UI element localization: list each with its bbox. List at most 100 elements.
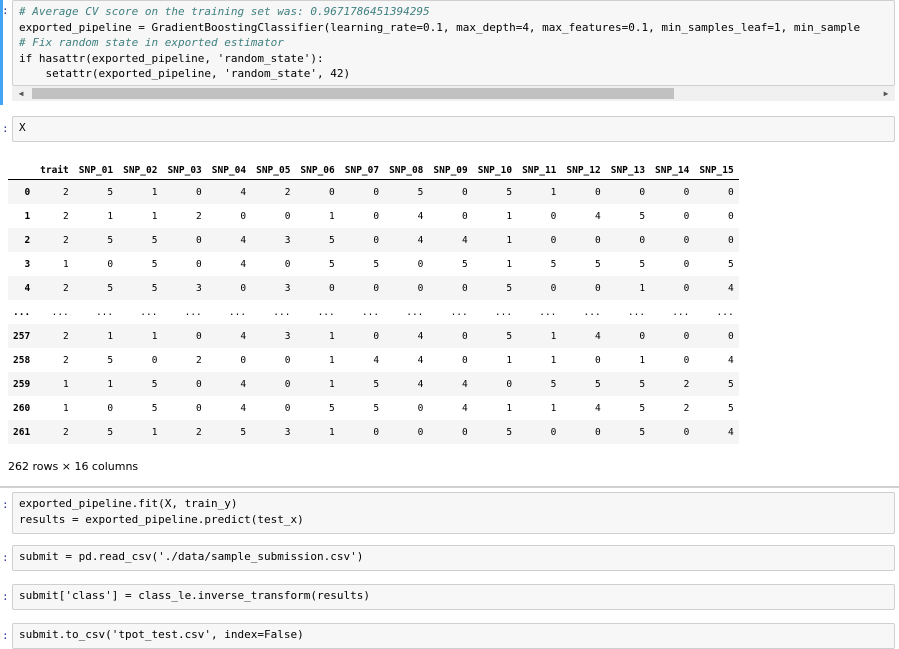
code-line: setattr(exported_pipeline, 'random_state… [19, 67, 351, 80]
table-cell: 1 [639, 354, 646, 366]
code-editor[interactable]: exported_pipeline.fit(X, train_y) result… [13, 493, 894, 530]
table-body: 0251042005051000012112001040104500225504… [8, 179, 739, 444]
code-cell-export-pipeline[interactable]: # Average CV score on the training set w… [12, 0, 895, 86]
scroll-right-icon[interactable]: ▶ [879, 86, 893, 101]
code-editor[interactable]: submit['class'] = class_le.inverse_trans… [13, 585, 894, 607]
row-index: 258 [13, 354, 31, 366]
code-line: # Fix random state in exported estimator [19, 36, 284, 49]
table-cell: 0 [196, 234, 202, 246]
table-cell: 0 [683, 354, 690, 366]
scrollbar-thumb[interactable] [32, 88, 674, 99]
table-cell: 1 [63, 258, 69, 270]
table-cell: 0 [373, 426, 380, 438]
table-cell: 1 [550, 186, 557, 198]
scroll-left-icon[interactable]: ◀ [14, 86, 28, 101]
column-header: SNP_06 [295, 162, 340, 180]
code-line: exported_pipeline.fit(X, train_y) [19, 497, 238, 510]
table-row: 259 1 1 5 0 4 0 1 5 4 4 0 5 5 5 2 5 [8, 372, 739, 396]
table-cell: 0 [683, 426, 690, 438]
table-cell: 1 [506, 234, 513, 246]
table-cell: 0 [196, 258, 202, 270]
code-editor[interactable]: # Average CV score on the training set w… [13, 1, 894, 85]
table-cell: 0 [284, 378, 291, 390]
code-cell-fit[interactable]: exported_pipeline.fit(X, train_y) result… [12, 492, 895, 534]
table-cell: 0 [373, 330, 380, 342]
code-cell-x[interactable]: X [12, 116, 895, 142]
code-cell-read-csv[interactable]: submit = pd.read_csv('./data/sample_subm… [12, 545, 895, 571]
row-index: 0 [24, 186, 31, 198]
table-cell: 5 [506, 282, 513, 294]
row-index: 4 [24, 282, 31, 294]
dataframe-output: trait SNP_01 SNP_02 SNP_03 SNP_04 SNP_05 SNP_0… [8, 162, 739, 444]
table-cell: 5 [329, 234, 335, 246]
table-cell: 4 [240, 330, 247, 342]
column-header: SNP_05 [251, 162, 296, 180]
table-cell: 1 [506, 402, 513, 414]
table-cell: 1 [107, 210, 114, 222]
table-row: 1 2 1 1 2 0 0 1 0 4 0 1 0 4 5 0 0 [8, 204, 739, 228]
table-cell: 1 [107, 378, 114, 390]
table-cell: ... [317, 306, 335, 318]
table-cell: 0 [329, 282, 335, 294]
table-cell: 4 [240, 186, 247, 198]
table-cell: 0 [196, 378, 202, 390]
table-cell: 5 [594, 258, 601, 270]
table-cell: 5 [151, 282, 158, 294]
table-cell: 0 [284, 402, 291, 414]
code-line: results = exported_pipeline.predict(test… [19, 512, 304, 526]
column-header: SNP_04 [206, 162, 252, 180]
table-cell: 0 [594, 234, 601, 246]
table-header-row: trait SNP_01 SNP_02 SNP_03 SNP_04 SNP_05 SNP_0… [8, 162, 739, 180]
table-cell: 0 [240, 210, 247, 222]
table-cell: 2 [683, 378, 690, 390]
cell-prompt: : [2, 551, 9, 564]
table-cell: 4 [417, 210, 424, 222]
table-cell: 5 [639, 402, 646, 414]
row-index: 260 [13, 402, 31, 414]
table-row: 31050405505155505 [8, 252, 739, 276]
code-cell-inverse-transform[interactable]: submit['class'] = class_le.inverse_trans… [12, 584, 895, 610]
code-editor[interactable]: submit.to_csv('tpot_test.csv', index=Fal… [13, 624, 894, 646]
table-cell: 4 [594, 402, 601, 414]
table-cell: 0 [417, 258, 424, 270]
table-cell: 0 [373, 234, 380, 246]
table-cell: 2 [683, 402, 690, 414]
table-row: 257 2 1 1 0 4 3 1 0 4 0 5 1 4 0 0 0 [8, 324, 739, 348]
column-header: SNP_13 [605, 162, 651, 180]
table-cell: 0 [683, 234, 690, 246]
table-cell: 2 [284, 186, 291, 198]
table-cell: 1 [107, 330, 114, 342]
cell-prompt: : [2, 590, 9, 603]
code-editor[interactable]: submit = pd.read_csv('./data/sample_subm… [13, 546, 894, 568]
table-cell: 1 [639, 282, 646, 294]
table-row: 258 2 5 0 2 0 0 1 4 4 0 1 1 0 1 0 4 [8, 348, 739, 372]
table-cell: 0 [550, 234, 557, 246]
code-editor[interactable]: X [13, 117, 894, 139]
table-cell: 0 [462, 426, 468, 438]
code-line: if hasattr(exported_pipeline, 'random_st… [19, 51, 324, 65]
table-cell: 2 [63, 354, 69, 366]
table-cell: 0 [107, 258, 114, 270]
table-cell: 0 [417, 282, 424, 294]
horizontal-scrollbar[interactable]: ◀ ▶ [12, 86, 895, 101]
table-cell: 5 [373, 402, 380, 414]
column-header: SNP_02 [118, 162, 163, 180]
table-cell: 1 [329, 378, 335, 390]
table-cell: ... [583, 306, 601, 318]
table-cell: 1 [550, 330, 557, 342]
table-cell: 2 [63, 186, 69, 198]
column-header: SNP_03 [162, 162, 207, 180]
table-cell: 5 [639, 258, 646, 270]
table-cell: 4 [594, 330, 601, 342]
table-cell: 0 [373, 210, 380, 222]
table-cell: 4 [727, 282, 734, 294]
row-index: 259 [13, 378, 31, 390]
row-index: 3 [24, 258, 31, 270]
code-line: exported_pipeline = GradientBoostingClas… [19, 20, 861, 34]
table-cell: ... [140, 306, 158, 318]
code-cell-to-csv[interactable]: submit.to_csv('tpot_test.csv', index=Fal… [12, 623, 895, 649]
table-cell: ... [95, 306, 114, 318]
table-cell: 2 [63, 426, 69, 438]
code-line: # Average CV score on the training set w… [19, 5, 430, 18]
cell-prompt: : [2, 629, 9, 642]
